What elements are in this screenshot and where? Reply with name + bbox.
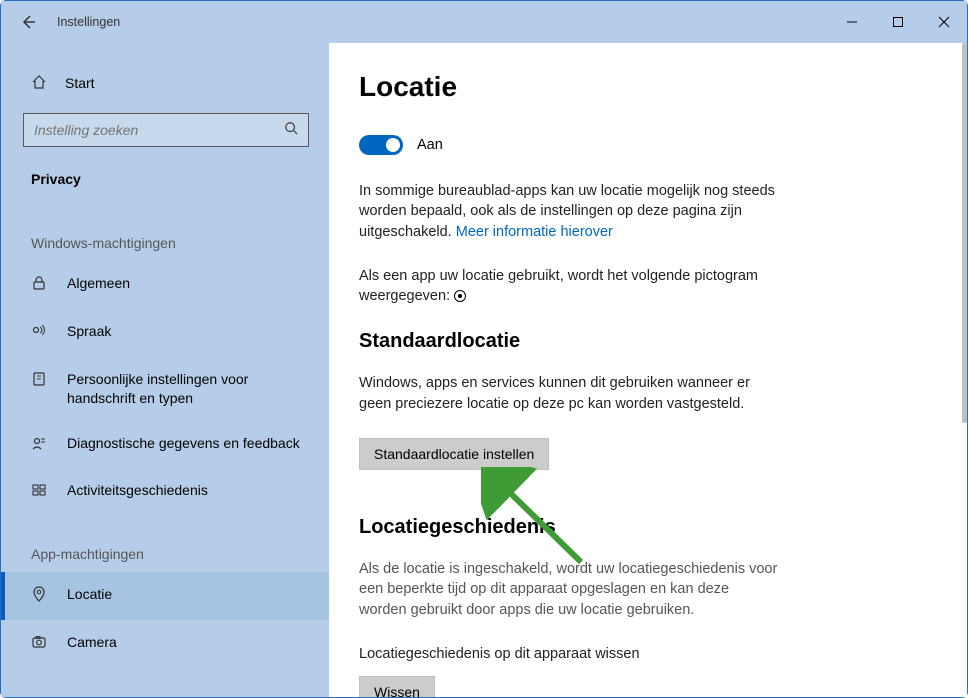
location-toggle[interactable] [359, 135, 403, 155]
group-label-windows-permissions: Windows-machtigingen [1, 205, 329, 261]
set-default-location-button[interactable]: Standaardlocatie instellen [359, 438, 549, 470]
sidebar-item-label: Camera [67, 633, 117, 652]
sidebar-item-diagnostics[interactable]: Diagnostische gegevens en feedback [1, 421, 329, 469]
location-icon-note: Als een app uw locatie gebruikt, wordt h… [359, 266, 779, 307]
sidebar-item-speech[interactable]: Spraak [1, 309, 329, 357]
sidebar-item-activity-history[interactable]: Activiteitsgeschiedenis [1, 468, 329, 516]
clear-history-label: Locatiegeschiedenis op dit apparaat wiss… [359, 644, 779, 664]
scrollbar[interactable] [962, 43, 967, 423]
desktop-apps-note: In sommige bureaublad-apps kan uw locati… [359, 181, 779, 242]
lock-icon [31, 275, 49, 296]
speech-icon [31, 323, 49, 344]
location-indicator-icon [454, 290, 466, 302]
window-title: Instellingen [57, 15, 120, 29]
timeline-icon [31, 482, 49, 503]
close-button[interactable] [921, 6, 967, 38]
sidebar-item-label: Persoonlijke instellingen voor handschri… [67, 370, 309, 408]
feedback-icon [31, 435, 49, 456]
sidebar-item-label: Activiteitsgeschiedenis [67, 481, 208, 500]
search-field[interactable] [34, 122, 284, 138]
sidebar-item-label: Algemeen [67, 274, 130, 293]
sidebar-item-general[interactable]: Algemeen [1, 261, 329, 309]
nav-home-label: Start [65, 75, 95, 91]
sidebar-item-label: Diagnostische gegevens en feedback [67, 434, 300, 453]
minimize-button[interactable] [829, 6, 875, 38]
content-pane: Locatie Aan In sommige bureaublad-apps k… [329, 43, 967, 697]
learn-more-link[interactable]: Meer informatie hierover [456, 224, 613, 240]
page-title: Locatie [359, 71, 927, 103]
clear-history-button[interactable]: Wissen [359, 676, 435, 697]
section-header: Privacy [1, 161, 329, 205]
location-history-para: Als de locatie is ingeschakeld, wordt uw… [359, 559, 779, 620]
default-location-heading: Standaardlocatie [359, 330, 927, 353]
search-icon [284, 121, 298, 140]
location-history-heading: Locatiegeschiedenis [359, 516, 927, 539]
camera-icon [31, 634, 49, 655]
window-controls [829, 6, 967, 38]
sidebar-item-label: Spraak [67, 322, 111, 341]
titlebar: Instellingen [1, 1, 967, 43]
default-location-para: Windows, apps en services kunnen dit geb… [359, 373, 779, 414]
search-input[interactable] [23, 113, 309, 147]
sidebar-item-label: Locatie [67, 585, 112, 604]
sidebar-item-inking[interactable]: Persoonlijke instellingen voor handschri… [1, 357, 329, 421]
notebook-icon [31, 371, 49, 392]
sidebar: Start Privacy Windows-machtigingen Algem… [1, 43, 329, 697]
sidebar-item-location[interactable]: Locatie [1, 572, 329, 620]
home-icon [31, 74, 49, 93]
nav-home[interactable]: Start [1, 63, 329, 103]
location-toggle-row: Aan [359, 135, 927, 155]
location-icon [31, 586, 49, 607]
back-button[interactable] [19, 13, 37, 31]
sidebar-item-camera[interactable]: Camera [1, 620, 329, 668]
maximize-button[interactable] [875, 6, 921, 38]
location-toggle-label: Aan [417, 137, 443, 153]
group-label-app-permissions: App-machtigingen [1, 516, 329, 572]
